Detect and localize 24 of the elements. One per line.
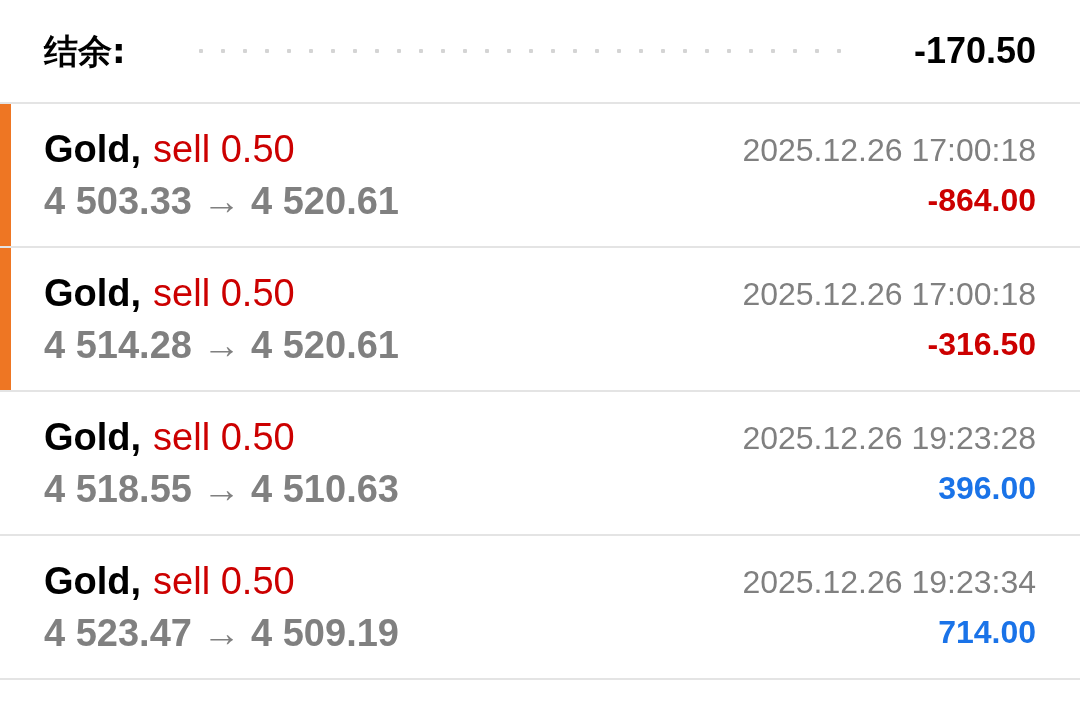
trade-side: sell 0.50 — [153, 415, 295, 460]
deal-time: 2025.12.26 19:23:28 — [742, 419, 1036, 458]
deal-profit: -864.00 — [927, 181, 1036, 220]
deal-profit: 714.00 — [938, 613, 1036, 652]
price-range: 4 523.47 → 4 509.19 — [44, 611, 399, 656]
trade-side: sell 0.50 — [153, 127, 295, 172]
symbol: Gold, — [44, 415, 142, 460]
deal-time: 2025.12.26 17:00:18 — [742, 131, 1036, 170]
symbol: Gold, — [44, 127, 142, 172]
trade-side: sell 0.50 — [153, 271, 295, 316]
deal-time: 2025.12.26 17:00:18 — [742, 275, 1036, 314]
symbol: Gold, — [44, 271, 142, 316]
deal-row[interactable]: Gold, sell 0.50 4 523.47 → 4 509.19 2025.12.26 19:23:34 714.00 — [0, 536, 1080, 680]
price-range: 4 503.33 → 4 520.61 — [44, 179, 399, 224]
deal-profit: -316.50 — [927, 325, 1036, 364]
balance-value: -170.50 — [913, 29, 1036, 73]
deal-time: 2025.12.26 19:23:34 — [742, 563, 1036, 602]
deal-row[interactable]: Gold, sell 0.50 4 518.55 → 4 510.63 2025.12.26 19:23:28 396.00 — [0, 392, 1080, 536]
symbol: Gold, — [44, 559, 142, 604]
balance-label: 结余: — [44, 29, 126, 73]
price-range: 4 518.55 → 4 510.63 — [44, 467, 399, 512]
price-range: 4 514.28 → 4 520.61 — [44, 323, 399, 368]
deal-profit: 396.00 — [938, 469, 1036, 508]
trade-side: sell 0.50 — [153, 559, 295, 604]
